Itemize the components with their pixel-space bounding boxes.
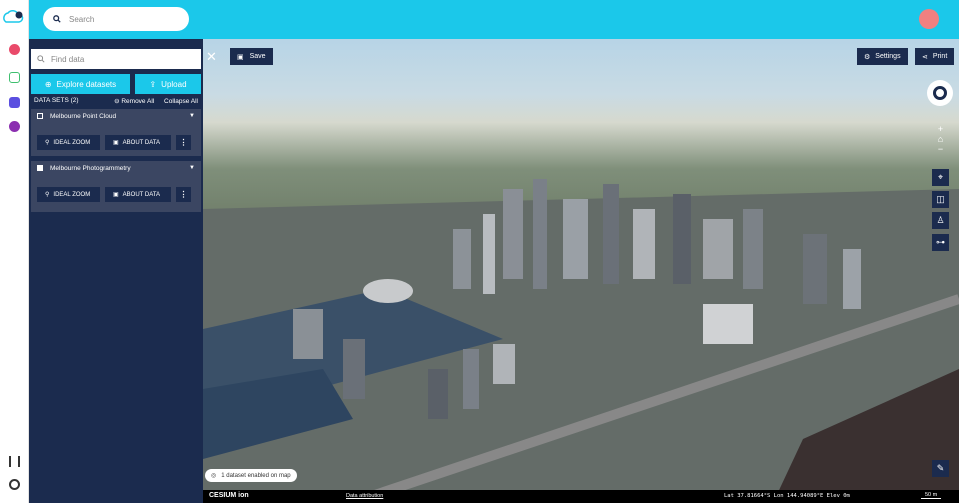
search-input[interactable]: Search — [43, 7, 189, 31]
search-placeholder: Search — [69, 14, 95, 24]
find-data-placeholder: Find data — [51, 54, 85, 64]
locate-me-icon[interactable]: ⌖ — [932, 169, 949, 186]
feedback-icon[interactable]: ✎ — [932, 460, 949, 477]
remove-all-label: Remove All — [121, 98, 155, 105]
info-icon: ▣ — [113, 140, 119, 146]
explore-datasets-button[interactable]: ⊕ Explore datasets — [31, 74, 130, 94]
enabled-datasets-pill[interactable]: ◎ 1 dataset enabled on map — [205, 469, 297, 482]
upload-icon: ⇪ — [149, 79, 157, 89]
story-tool-icon[interactable] — [9, 121, 20, 132]
dataset-visibility-checkbox[interactable] — [37, 165, 43, 171]
plus-circle-icon: ⊕ — [44, 79, 52, 89]
chart-tool-icon[interactable] — [9, 44, 20, 55]
dataset-name[interactable]: Melbourne Point Cloud — [50, 113, 116, 120]
ideal-zoom-button[interactable]: ⚲ IDEAL ZOOM — [37, 187, 100, 202]
city-scene — [203, 179, 959, 503]
ideal-zoom-label: IDEAL ZOOM — [53, 139, 91, 146]
user-avatar-icon[interactable] — [919, 9, 939, 29]
settings-button[interactable]: ⚙ Settings — [857, 48, 908, 65]
status-bar: CESIUM ion Data attribution Lat 37.81664… — [203, 490, 959, 503]
about-data-label: ABOUT DATA — [122, 139, 161, 146]
data-panel: Find data ⊕ Explore datasets ⇪ Upload DA… — [29, 39, 203, 503]
split-view-icon[interactable]: ◫ — [932, 191, 949, 208]
layers-tool-icon[interactable] — [9, 97, 20, 108]
close-panel-button[interactable]: ✕ — [203, 48, 220, 65]
pedestrian-mode-icon[interactable]: ♙ — [932, 212, 949, 229]
ideal-zoom-button[interactable]: ⚲ IDEAL ZOOM — [37, 135, 100, 150]
zoom-in-icon[interactable]: + — [938, 124, 943, 134]
notes-tool-icon[interactable] — [9, 72, 20, 83]
search-icon: ⚲ — [45, 140, 50, 146]
explore-label: Explore datasets — [56, 79, 117, 89]
library-icon[interactable] — [9, 456, 20, 467]
datasets-heading: DATA SETS (2) — [34, 97, 79, 104]
remove-all-button[interactable]: ⊖ Remove All — [114, 98, 154, 105]
layers-icon: ◎ — [211, 473, 217, 479]
coordinate-readout: Lat 37.81664°S Lon 144.94089°E Elev 0m — [724, 493, 850, 499]
cesium-logo[interactable]: CESIUM ion — [209, 492, 249, 499]
left-icon-rail — [0, 0, 29, 503]
print-button[interactable]: ⋖ Print — [915, 48, 955, 65]
about-data-button[interactable]: ▣ ABOUT DATA — [105, 187, 171, 202]
chevron-down-icon[interactable]: ▼ — [189, 113, 195, 119]
dataset-visibility-checkbox[interactable] — [37, 113, 43, 119]
search-icon — [53, 15, 61, 23]
save-button[interactable]: ▣ Save — [230, 48, 273, 65]
more-options-icon[interactable]: ⋮ — [176, 135, 191, 150]
scale-label: 50 m — [921, 492, 942, 499]
share-icon: ⋖ — [922, 53, 928, 61]
close-icon: ✕ — [206, 48, 217, 64]
info-icon: ▣ — [113, 192, 119, 198]
about-data-button[interactable]: ▣ ABOUT DATA — [105, 135, 171, 150]
about-data-label: ABOUT DATA — [122, 191, 161, 198]
settings-label: Settings — [875, 53, 901, 60]
ideal-zoom-label: IDEAL ZOOM — [53, 191, 91, 198]
search-icon: ⚲ — [45, 192, 50, 198]
more-options-icon[interactable]: ⋮ — [176, 187, 191, 202]
find-data-input[interactable]: Find data — [31, 49, 201, 69]
print-label: Print — [932, 53, 948, 60]
zoom-controls: + ⌂ − — [932, 115, 949, 163]
app-logo-icon[interactable] — [3, 8, 25, 26]
map-viewport[interactable]: ✕ ▣ Save ⚙ Settings ⋖ Print + ⌂ − ⌖ ◫ ♙ … — [203, 39, 959, 503]
upload-label: Upload — [161, 79, 187, 89]
datasets-header: DATA SETS (2) ⊖ Remove All Collapse All — [34, 97, 198, 105]
collapse-all-button[interactable]: Collapse All — [164, 98, 198, 105]
chevron-down-icon[interactable]: ▼ — [189, 165, 195, 171]
dataset-card: Melbourne Photogrammetry ▼ ⚲ IDEAL ZOOM ▣… — [31, 161, 201, 212]
save-icon: ▣ — [237, 53, 244, 61]
top-bar: Search — [29, 0, 959, 39]
upload-button[interactable]: ⇪ Upload — [135, 74, 201, 94]
dataset-card: Melbourne Point Cloud ▼ ⚲ IDEAL ZOOM ▣ ABO… — [31, 109, 201, 156]
dataset-name[interactable]: Melbourne Photogrammetry — [50, 165, 131, 172]
zoom-out-icon[interactable]: − — [938, 144, 943, 154]
compass-icon[interactable] — [927, 80, 953, 106]
data-attribution-link[interactable]: Data attribution — [346, 493, 383, 499]
help-icon[interactable] — [9, 479, 20, 490]
measure-tool-icon[interactable]: ⊶ — [932, 234, 949, 251]
settings-icon: ⚙ — [864, 53, 871, 61]
home-icon[interactable]: ⌂ — [938, 134, 943, 144]
enabled-pill-label: 1 dataset enabled on map — [221, 472, 291, 479]
save-label: Save — [249, 53, 266, 60]
search-icon — [37, 55, 45, 63]
